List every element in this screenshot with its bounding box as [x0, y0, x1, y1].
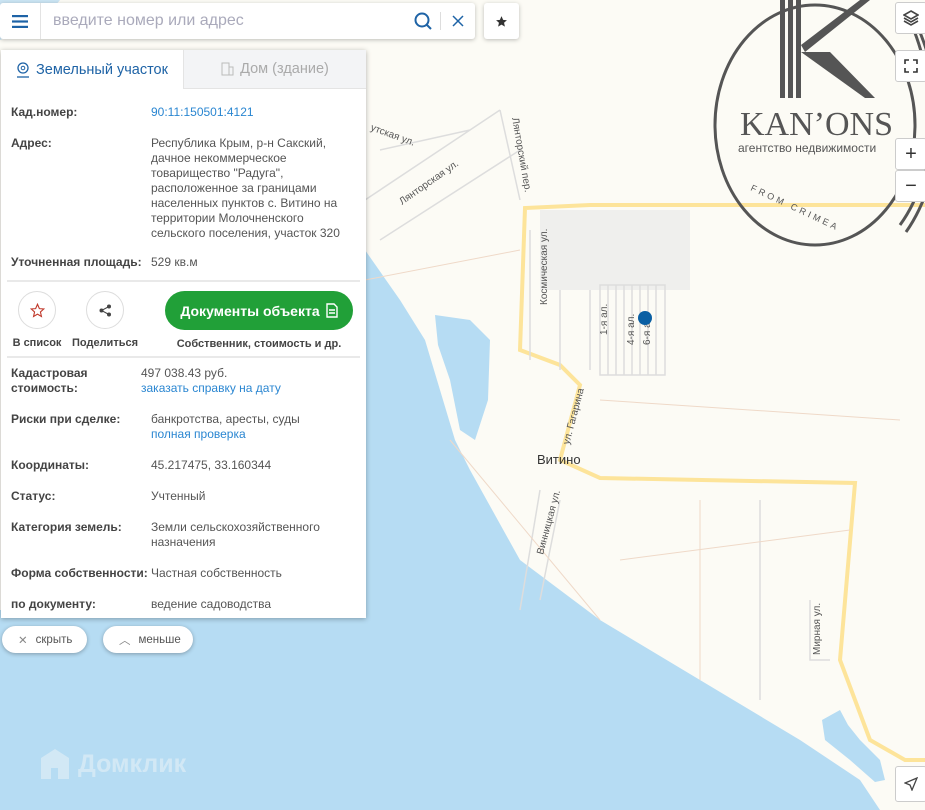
field-value: банкротства, аресты, суды [151, 412, 300, 426]
zoom-out-button[interactable]: − [895, 170, 925, 202]
cad-number-row: Кад.номер: 90:11:150501:4121 [1, 105, 366, 120]
share-button[interactable] [86, 291, 124, 329]
order-certificate-link[interactable]: заказать справку на дату [141, 381, 356, 396]
tab-label: Дом (здание) [240, 61, 329, 77]
field-value: ведение садоводства [151, 597, 272, 611]
documents-subtitle: Собственник, стоимость и др. [176, 338, 342, 350]
hamburger-icon [12, 14, 28, 28]
house-logo-icon [41, 749, 69, 779]
field-label: Кад.номер: [11, 105, 78, 119]
star-icon [496, 15, 507, 27]
clear-button[interactable] [441, 3, 475, 39]
area-row: Уточненная площадь: 529 кв.м [1, 255, 366, 270]
close-icon: ✕ [18, 634, 28, 647]
by-document-row: по документу: ведение садоводства [1, 597, 366, 612]
status-row: Статус: Учтенный [1, 489, 366, 504]
field-label: по документу: [11, 597, 96, 611]
domclick-logo: Домклик [38, 746, 186, 782]
map-label: 1-я ал. [599, 304, 610, 335]
zoom-in-button[interactable]: + [895, 138, 925, 170]
field-value: Частная собственность [151, 566, 282, 580]
documents-label: Документы объекта [180, 302, 320, 319]
kanons-text: KAN’ONS [740, 106, 893, 143]
tab-label: Земельный участок [36, 61, 168, 78]
field-value: Республика Крым, р-н Сакский, дачное нек… [151, 136, 340, 240]
document-icon [325, 303, 338, 318]
search-icon [414, 12, 432, 30]
address-row: Адрес: Республика Крым, р-н Сакский, дач… [1, 136, 366, 241]
kanons-watermark-logo: KAN’ONS агентство недвижимости FROM CRIM… [700, 0, 925, 250]
divider [7, 356, 360, 358]
hide-label: скрыть [35, 633, 73, 646]
chevron-up-icon: ︿ [119, 634, 131, 647]
menu-button[interactable] [0, 3, 41, 39]
field-label: Адрес: [11, 136, 52, 150]
location-marker [638, 311, 652, 325]
kanons-tag: FROM CRIMEA [749, 183, 841, 233]
full-check-link[interactable]: полная проверка [151, 427, 356, 442]
tab-building[interactable]: Дом (здание) [183, 50, 366, 89]
layers-icon [903, 10, 919, 26]
map-label: Мирная ул. [812, 603, 823, 655]
domclick-text: Домклик [78, 749, 187, 778]
field-value: 45.217475, 33.160344 [151, 458, 272, 472]
fullscreen-button[interactable] [895, 50, 925, 82]
add-to-list-button[interactable] [18, 291, 56, 329]
less-label: меньше [138, 633, 181, 646]
fullscreen-icon [904, 59, 918, 73]
map-label: Космическая ул. [539, 229, 550, 305]
field-label: Кадастровая стоимость: [11, 366, 88, 395]
map-pin-icon [17, 61, 30, 78]
layers-button[interactable] [895, 2, 925, 34]
geolocate-button[interactable] [895, 766, 925, 802]
hide-button[interactable]: ✕ скрыть [2, 626, 87, 653]
ownership-row: Форма собственности: Частная собственнос… [1, 566, 366, 581]
documents-button[interactable]: Документы объекта [165, 291, 353, 330]
field-label: Категория земель: [11, 520, 122, 534]
land-category-row: Категория земель: Земли сельскохозяйстве… [1, 520, 366, 550]
field-label: Форма собственности: [11, 566, 148, 580]
coordinates-row: Координаты: 45.217475, 33.160344 [1, 458, 366, 473]
search-input[interactable] [41, 12, 406, 30]
field-label: Статус: [11, 489, 56, 503]
share-label: Поделиться [71, 337, 139, 349]
field-label: Риски при сделке: [11, 412, 121, 426]
cad-number-link[interactable]: 90:11:150501:4121 [151, 105, 356, 120]
tab-land-plot[interactable]: Земельный участок [1, 50, 183, 89]
close-icon [452, 15, 464, 27]
share-icon [99, 304, 111, 316]
search-bar [0, 3, 475, 39]
village-label: Витино [537, 452, 581, 467]
field-value: Земли сельскохозяйственного назначения [151, 520, 320, 549]
cadastral-value-row: Кадастровая стоимость: 497 038.43 руб. за… [1, 366, 366, 396]
navigation-arrow-icon [904, 777, 918, 791]
search-button[interactable] [406, 3, 440, 39]
star-outline-icon [29, 302, 45, 318]
field-value: Учтенный [151, 489, 206, 503]
map-label: 4-я ал. [626, 314, 637, 345]
risks-row: Риски при сделке: банкротства, аресты, с… [1, 412, 366, 442]
field-value: 529 кв.м [151, 255, 198, 269]
field-label: Уточненная площадь: [11, 255, 142, 269]
field-label: Координаты: [11, 458, 90, 472]
building-icon [221, 62, 234, 76]
kanons-sub: агентство недвижимости [738, 141, 876, 155]
favorites-button[interactable] [484, 3, 519, 39]
info-panel: Земельный участок Дом (здание) Кад.номер… [1, 50, 366, 618]
field-value: 497 038.43 руб. [141, 366, 228, 380]
add-to-list-label: В список [12, 337, 62, 349]
less-button[interactable]: ︿ меньше [103, 626, 193, 653]
